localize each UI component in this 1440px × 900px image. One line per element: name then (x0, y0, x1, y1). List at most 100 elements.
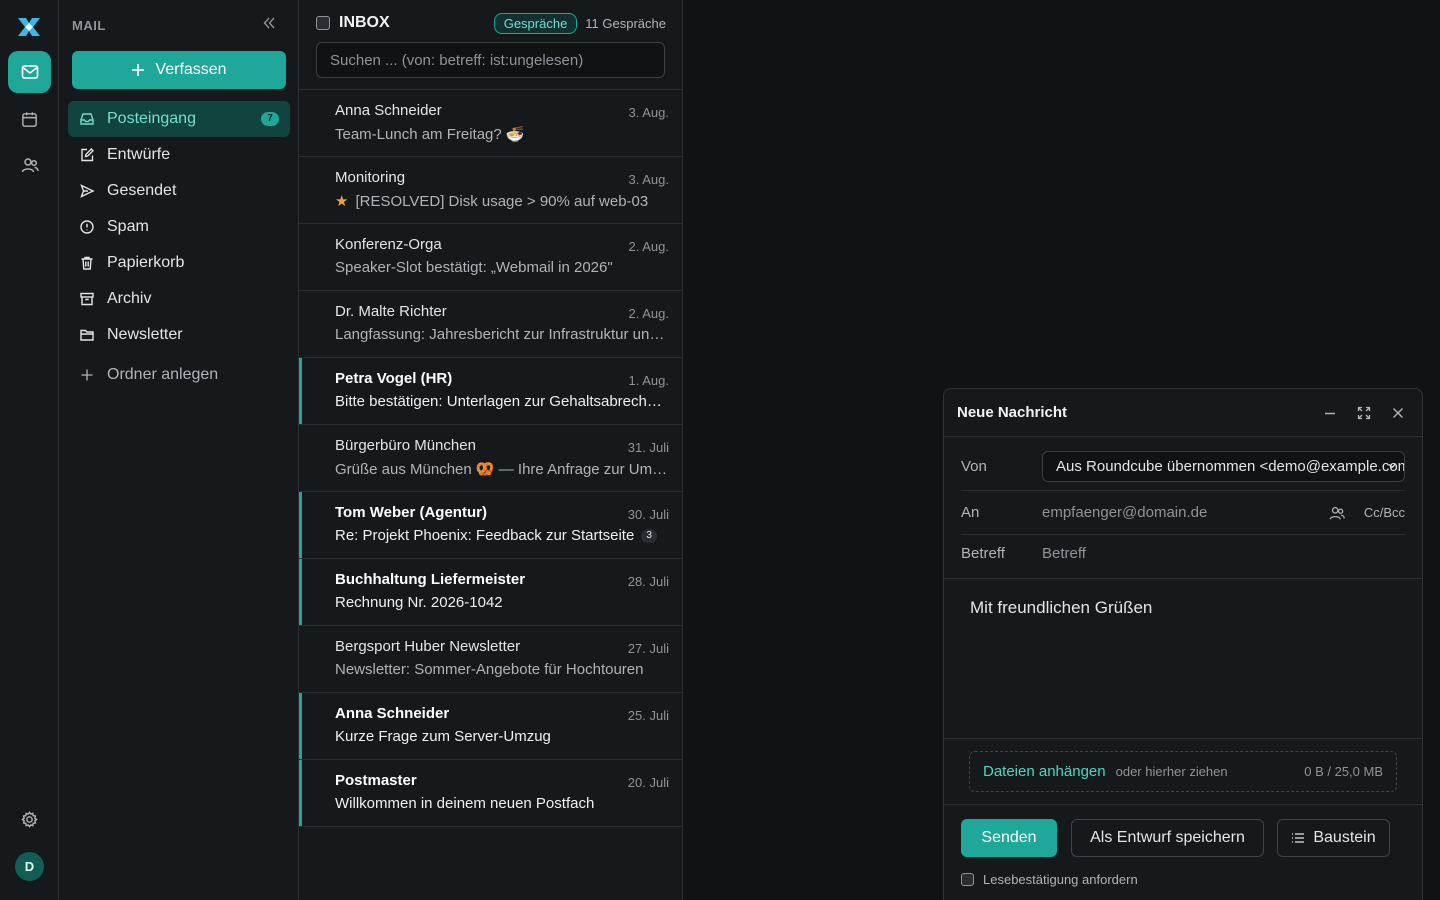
attachment-size: 0 B / 25,0 MB (1304, 764, 1383, 779)
folder-item-label: Newsletter (107, 326, 183, 343)
app-logo[interactable] (14, 12, 44, 42)
message-date: 2. Aug. (628, 306, 669, 321)
folder-item-inbox[interactable]: Posteingang 7 (68, 101, 290, 137)
close-icon (1393, 407, 1403, 418)
save-draft-button[interactable]: Als Entwurf speichern (1071, 819, 1264, 857)
from-select[interactable]: Aus Roundcube übernommen <demo@example.c… (1042, 451, 1405, 482)
message-subject: Bitte bestätigen: Unterlagen zur Gehalts… (335, 393, 668, 410)
select-all-checkbox[interactable] (316, 16, 330, 30)
message-subject: Speaker-Slot bestätigt: „Webmail in 2026… (335, 259, 613, 276)
trash-icon (79, 255, 95, 271)
from-row: Von Aus Roundcube übernommen <demo@examp… (961, 451, 1405, 482)
message-subject: Newsletter: Sommer-Angebote für Hochtour… (335, 661, 644, 678)
message-list-header: INBOX Gespräche 11 Gespräche (316, 12, 666, 34)
message-subject: Rechnung Nr. 2026-1042 (335, 594, 503, 611)
inbox-icon (79, 111, 95, 127)
close-button[interactable] (1388, 403, 1408, 423)
maximize-button[interactable] (1354, 403, 1374, 423)
message-row[interactable]: Bergsport Huber Newsletter 27. Juli News… (299, 626, 683, 693)
compose-button[interactable]: Verfassen (72, 51, 286, 89)
message-sender: Buchhaltung Liefermeister (335, 571, 526, 588)
mail-icon (21, 65, 38, 79)
from-label: Von (961, 458, 987, 475)
conversations-count: 11 Gespräche (585, 15, 666, 31)
user-avatar[interactable]: D (15, 852, 44, 881)
thread-count-badge: 3 (641, 528, 657, 543)
send-icon (79, 183, 95, 199)
mail-nav-button[interactable] (8, 51, 51, 93)
app-root: D MAIL Verfassen Posteingang 7 Entwürfe … (0, 0, 1440, 900)
minimize-button[interactable] (1320, 403, 1340, 423)
folder-item-trash[interactable]: Papierkorb (68, 245, 290, 281)
message-row[interactable]: Bürgerbüro München 31. Juli Grüße aus Mü… (299, 425, 683, 492)
folder-item-newsletter[interactable]: Newsletter (68, 317, 290, 353)
collapse-panel-button[interactable] (262, 16, 276, 35)
message-sender: Postmaster (335, 772, 417, 789)
subject-label: Betreff (961, 545, 1005, 562)
subject-row: Betreff Betreff (961, 545, 1405, 562)
folder-item-label: Spam (107, 218, 149, 235)
message-row[interactable]: Konferenz-Orga 2. Aug. Speaker-Slot best… (299, 224, 683, 291)
new-folder-button[interactable]: Ordner anlegen (68, 357, 290, 393)
settings-nav-button[interactable] (8, 798, 51, 840)
message-subject: Langfassung: Jahresbericht zur Infrastru… (335, 326, 668, 343)
address-book-icon[interactable] (1328, 504, 1346, 522)
minimize-icon (1325, 412, 1335, 414)
folder-item-archive[interactable]: Archiv (68, 281, 290, 317)
message-row[interactable]: Petra Vogel (HR) 1. Aug. Bitte bestätige… (299, 358, 683, 425)
message-body-editor[interactable]: Mit freundlichen Grüßen (944, 579, 1422, 739)
compose-title: Neue Nachricht (957, 404, 1068, 421)
folder-item-label: Gesendet (107, 182, 177, 199)
message-row[interactable]: Monitoring 3. Aug. ★ [RESOLVED] Disk usag… (299, 157, 683, 224)
message-date: 25. Juli (627, 708, 669, 723)
attachments-area: Dateien anhängen oder hierher ziehen 0 B… (944, 739, 1422, 805)
folder-icon (79, 327, 95, 343)
message-row[interactable]: Dr. Malte Richter 2. Aug. Langfassung: J… (299, 291, 683, 358)
attach-hint: oder hierher ziehen (1115, 764, 1228, 779)
compose-fields: Von Aus Roundcube übernommen <demo@examp… (944, 437, 1422, 579)
folder-item-label: Papierkorb (107, 254, 185, 271)
message-subject: Kurze Frage zum Server-Umzug (335, 728, 551, 745)
contacts-nav-button[interactable] (8, 144, 51, 186)
snippet-button-label: Baustein (1313, 829, 1376, 846)
folder-item-drafts[interactable]: Entwürfe (68, 137, 290, 173)
folder-item-spam[interactable]: Spam (68, 209, 290, 245)
message-body-text: Mit freundlichen Grüßen (970, 598, 1153, 617)
message-row[interactable]: Postmaster 20. Juli Willkommen in deinem… (299, 760, 683, 827)
message-row[interactable]: Anna Schneider 3. Aug. Team-Lunch am Fre… (299, 90, 683, 157)
message-date: 1. Aug. (628, 373, 669, 388)
search-input[interactable] (316, 42, 665, 78)
archive-icon (79, 291, 95, 307)
folder-panel-header: MAIL (72, 18, 106, 33)
message-date: 3. Aug. (628, 172, 669, 187)
message-row[interactable]: Buchhaltung Liefermeister 28. Juli Rechn… (299, 559, 683, 626)
cc-bcc-toggle[interactable]: Cc/Bcc (1364, 505, 1405, 520)
calendar-icon (22, 111, 37, 127)
subject-input[interactable]: Betreff (1042, 545, 1086, 562)
new-folder-label: Ordner anlegen (107, 366, 219, 383)
conversations-toggle[interactable]: Gespräche (493, 12, 578, 34)
message-date: 3. Aug. (628, 105, 669, 120)
message-date: 2. Aug. (628, 239, 669, 254)
read-receipt-checkbox[interactable] (961, 873, 974, 886)
folder-panel: MAIL Verfassen Posteingang 7 Entwürfe Ge… (59, 0, 299, 900)
message-subject: Willkommen in deinem neuen Postfach (335, 795, 595, 812)
folder-list: Posteingang 7 Entwürfe Gesendet Spam Pap… (68, 101, 290, 393)
read-receipt-option[interactable]: Lesebestätigung anfordern (961, 872, 1138, 887)
message-row[interactable]: Anna Schneider 25. Juli Kurze Frage zum … (299, 693, 683, 760)
folder-item-sent[interactable]: Gesendet (68, 173, 290, 209)
message-date: 31. Juli (627, 440, 669, 455)
message-sender: Anna Schneider (335, 102, 442, 119)
calendar-nav-button[interactable] (8, 98, 51, 140)
send-button[interactable]: Senden (961, 819, 1057, 857)
attachment-dropzone[interactable]: Dateien anhängen oder hierher ziehen 0 B… (969, 751, 1397, 792)
folder-item-label: Archiv (107, 290, 152, 307)
mailbox-title: INBOX (339, 14, 390, 31)
chevron-down-icon (1388, 464, 1396, 469)
expand-icon (1357, 406, 1371, 419)
message-row[interactable]: Tom Weber (Agentur) 30. Juli Re: Projekt… (299, 492, 683, 559)
star-icon[interactable]: ★ (335, 192, 348, 210)
to-input[interactable]: empfaenger@domain.de (1042, 504, 1207, 521)
attach-files-link[interactable]: Dateien anhängen (983, 763, 1106, 780)
snippet-button[interactable]: Baustein (1277, 819, 1390, 857)
